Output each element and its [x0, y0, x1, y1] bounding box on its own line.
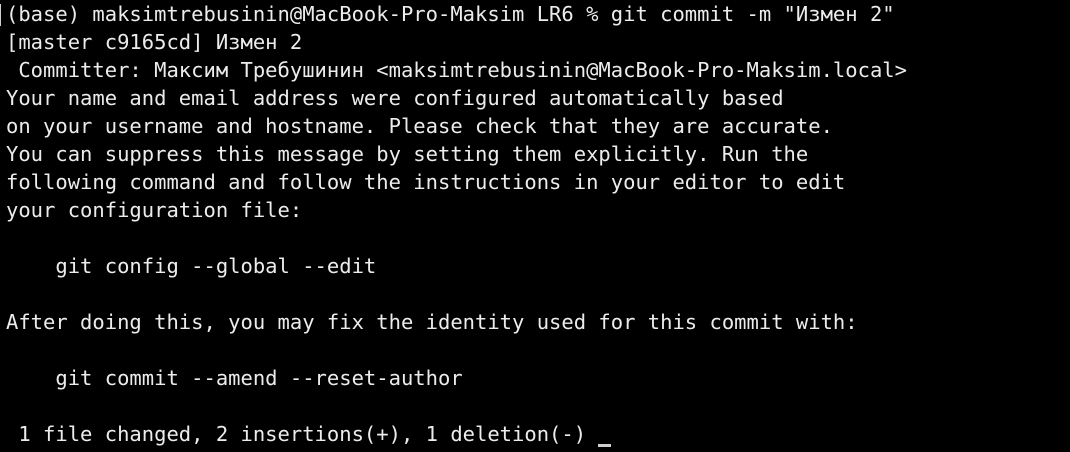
stats-line: 1 file changed, 2 insertions(+), 1 delet…	[6, 420, 1070, 448]
commit-summary-line: [master c9165cd] Измен 2	[6, 30, 303, 54]
terminal-window[interactable]: (base) maksimtrebusinin@MacBook-Pro-Maks…	[0, 0, 1070, 452]
output-line: Your name and email address were configu…	[6, 86, 784, 110]
output-line: following command and follow the instruc…	[6, 170, 846, 194]
committer-line: Committer: Максим Требушинин <maksimtreb…	[6, 58, 907, 82]
mark-indicator	[0, 4, 1, 26]
config-command-line: git config --global --edit	[6, 254, 377, 278]
output-line: your configuration file:	[6, 198, 303, 222]
command-prompt-line: (base) maksimtrebusinin@MacBook-Pro-Maks…	[6, 2, 895, 26]
text-cursor	[598, 444, 612, 447]
output-line: on your username and hostname. Please ch…	[6, 114, 833, 138]
amend-command-line: git commit --amend --reset-author	[6, 366, 463, 390]
terminal-output: (base) maksimtrebusinin@MacBook-Pro-Maks…	[6, 0, 1070, 448]
output-line: After doing this, you may fix the identi…	[6, 310, 858, 334]
output-line: You can suppress this message by setting…	[6, 142, 809, 166]
stats-text: 1 file changed, 2 insertions(+), 1 delet…	[6, 422, 587, 446]
